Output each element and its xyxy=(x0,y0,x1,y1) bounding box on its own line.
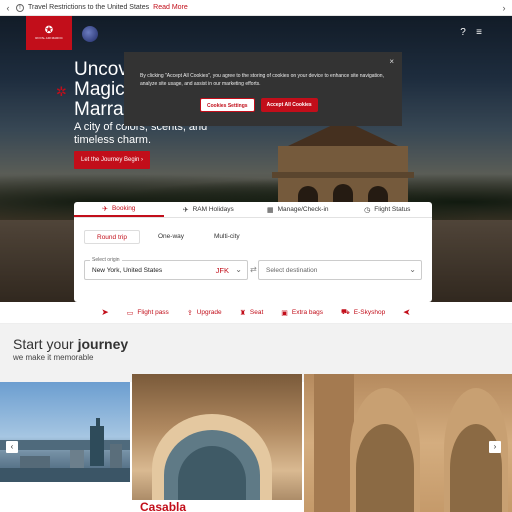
menu-icon[interactable]: ≡ xyxy=(474,28,484,38)
tab-flight-status[interactable]: ◷ Flight Status xyxy=(343,202,433,217)
accept-cookies-button[interactable]: Accept All Cookies xyxy=(260,98,318,112)
calendar-icon: ▦ xyxy=(266,206,274,214)
origin-label: Select origin xyxy=(90,257,122,263)
quick-link-flight-pass[interactable]: ▭ Flight pass xyxy=(127,309,169,317)
flight-pass-icon: ▭ xyxy=(126,309,134,317)
cookie-buttons: Cookies Settings Accept All Cookies xyxy=(200,98,318,112)
quick-link-seat[interactable]: ♜ Seat xyxy=(240,309,264,317)
royal-air-maroc-star-icon: ✪ xyxy=(44,25,54,36)
trip-round-trip[interactable]: Round trip xyxy=(84,230,140,244)
chevron-down-icon: ⌄ xyxy=(235,265,242,274)
gallery-caption-casablanca: Casabla xyxy=(132,500,302,512)
read-more-link[interactable]: Read More xyxy=(153,4,188,11)
booking-panel: ✈ Booking ✈ RAM Holidays ▦ Manage/Check-… xyxy=(74,202,432,302)
gallery-next-button[interactable]: › xyxy=(489,441,501,453)
quick-links-bar: ➤ ▭ Flight pass ⇪ Upgrade ♜ Seat ▣ Extra… xyxy=(0,302,512,324)
gallery-prev-button[interactable]: ‹ xyxy=(6,441,18,453)
tab-ram-holidays[interactable]: ✈ RAM Holidays xyxy=(164,202,254,217)
header-icons: ? ≡ xyxy=(458,28,484,38)
chevron-down-icon: ⌄ xyxy=(409,265,416,274)
booking-tabs: ✈ Booking ✈ RAM Holidays ▦ Manage/Check-… xyxy=(74,202,432,218)
gallery-tile-doors[interactable] xyxy=(304,374,512,512)
bag-icon: ▣ xyxy=(281,309,288,317)
arrow-right-icon: ➤ xyxy=(101,307,109,317)
trip-type-selector: Round trip One-way Multi-city xyxy=(84,230,252,244)
close-icon[interactable]: × xyxy=(389,58,394,66)
clock-icon: ◷ xyxy=(364,206,371,214)
quick-link-upgrade[interactable]: ⇪ Upgrade xyxy=(187,309,222,317)
origin-code: JFK xyxy=(215,266,229,275)
chevron-left-icon[interactable]: ‹ xyxy=(0,0,16,16)
seat-icon: ♜ xyxy=(239,309,246,317)
destination-placeholder: Select destination xyxy=(266,267,318,274)
oneworld-icon[interactable] xyxy=(82,26,98,42)
arrow-left-icon: ➤ xyxy=(403,307,411,317)
cookie-text: By clicking "Accept All Cookies", you ag… xyxy=(140,73,384,87)
destination-field[interactable]: Select destination ⌄ xyxy=(258,260,422,280)
quick-link-extra-bags[interactable]: ▣ Extra bags xyxy=(281,309,323,317)
chevron-right-icon[interactable]: › xyxy=(496,0,512,16)
cookies-settings-button[interactable]: Cookies Settings xyxy=(200,98,255,112)
journey-cta-button[interactable]: Let the Journey Begin › xyxy=(74,151,151,169)
origin-value: New York, United States xyxy=(92,267,163,274)
city-skyline xyxy=(0,418,130,482)
cart-icon: ⛟ xyxy=(340,309,350,316)
tab-manage-checkin[interactable]: ▦ Manage/Check-in xyxy=(253,202,343,217)
tab-booking[interactable]: ✈ Booking xyxy=(74,202,164,217)
help-icon[interactable]: ? xyxy=(458,28,468,38)
alert-text: Travel Restrictions to the United States xyxy=(28,4,150,11)
info-icon: ! xyxy=(16,3,24,12)
plane-icon: ✈ xyxy=(102,205,108,213)
hero-star-icon: ✲ xyxy=(56,84,67,99)
swap-icon[interactable]: ⇄ xyxy=(250,265,257,274)
holidays-plane-icon: ✈ xyxy=(182,206,189,214)
royal-air-maroc-logo[interactable]: ✪ ROYAL AIR MAROC xyxy=(26,16,72,50)
upgrade-icon: ⇪ xyxy=(186,309,193,317)
trip-one-way[interactable]: One-way xyxy=(146,230,196,244)
chevron-right-icon: › xyxy=(141,157,144,163)
gallery-tile-city[interactable] xyxy=(0,382,130,482)
alert-bar: ‹ ! Travel Restrictions to the United St… xyxy=(0,0,512,16)
origin-field[interactable]: Select origin New York, United States JF… xyxy=(84,257,248,280)
quick-link-e-skyshop[interactable]: ⛟ E-Skyshop xyxy=(341,308,385,317)
journey-subtitle: we make it memorable xyxy=(13,353,94,362)
journey-title: Start your journey xyxy=(13,336,129,352)
gallery-tile-casablanca[interactable] xyxy=(132,374,302,512)
cookie-dialog: × By clicking "Accept All Cookies", you … xyxy=(124,52,402,126)
trip-multi-city[interactable]: Multi-city xyxy=(202,230,252,244)
